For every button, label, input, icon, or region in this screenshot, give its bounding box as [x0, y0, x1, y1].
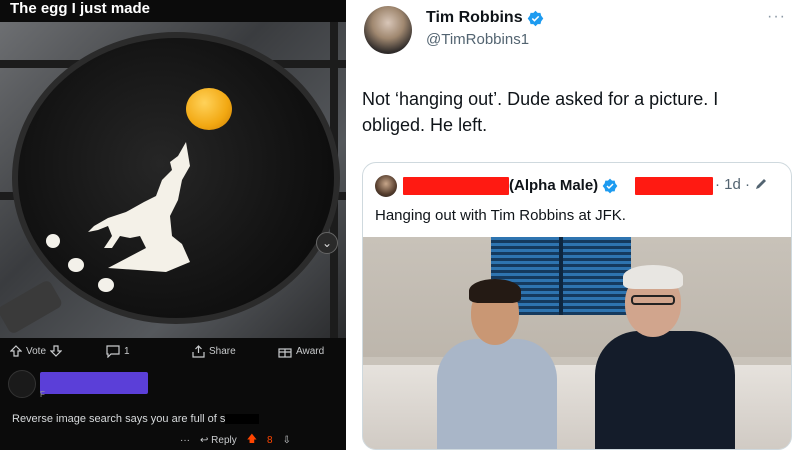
- author-name-row[interactable]: Tim Robbins: [426, 9, 544, 27]
- edit-pencil-icon: [756, 179, 767, 189]
- person-left-hair: [469, 279, 521, 303]
- verified-badge-icon: [602, 178, 618, 193]
- award-gift-icon: [278, 348, 292, 358]
- award-label: Award: [296, 346, 325, 357]
- egg-yolk: [186, 88, 232, 130]
- quoted-author-name-row[interactable]: (Alpha Male): [509, 177, 618, 194]
- word-redaction: [225, 414, 260, 425]
- reply-arrow-icon: ↩: [200, 435, 209, 446]
- vote-label: Vote: [26, 345, 47, 357]
- tweet-text: Not ‘hanging out’. Dude asked for a pict…: [362, 89, 719, 135]
- quoted-author-avatar[interactable]: [375, 175, 397, 197]
- tweet-panel: Tim Robbins @TimRobbins1 ··· Not ‘hangin…: [346, 0, 800, 450]
- person-left-body: [437, 339, 557, 449]
- quoted-timestamp: · 1d ·: [715, 176, 751, 193]
- person-right-body: [595, 331, 735, 449]
- post-action-bar: Vote 1 Share Award: [0, 340, 346, 366]
- comment-bubble-icon: [106, 345, 120, 358]
- share-button[interactable]: Share: [192, 345, 236, 358]
- vote-control[interactable]: Vote: [10, 345, 63, 357]
- howling-wolf-egg-white: [88, 142, 190, 272]
- egg-white-dot: [46, 234, 60, 248]
- upvote-arrow-icon[interactable]: [10, 345, 22, 357]
- comment-downvote-icon[interactable]: ⇩: [283, 435, 291, 446]
- glasses: [631, 295, 675, 305]
- verified-badge-icon: [527, 10, 543, 26]
- quoted-timestamp-row: · 1d ·: [715, 176, 768, 193]
- award-button[interactable]: Award: [278, 345, 324, 358]
- quoted-tweet[interactable]: (Alpha Male) · 1d · Hanging out with Tim…: [362, 162, 792, 450]
- quoted-tweet-text: Hanging out with Tim Robbins at JFK.: [375, 207, 626, 224]
- reddit-post-panel: The egg I just made ⌄ Vote 1 Share Award…: [0, 0, 346, 450]
- post-title: The egg I just made: [10, 0, 151, 17]
- quoted-tweet-photo[interactable]: [363, 237, 791, 449]
- person-right-hair: [623, 265, 683, 289]
- commenter-avatar[interactable]: [8, 370, 36, 398]
- comments-button[interactable]: 1: [106, 345, 130, 358]
- reply-label: Reply: [211, 435, 237, 446]
- username-redaction: [40, 372, 148, 394]
- egg-white-dot: [98, 278, 114, 292]
- quoted-name-redaction: [403, 177, 509, 195]
- share-icon: [192, 345, 205, 358]
- comment-action-bar: ··· ↩ Reply 🡅 8 ⇩: [180, 432, 291, 449]
- more-options-icon[interactable]: ···: [767, 8, 786, 26]
- quoted-author-name-suffix: (Alpha Male): [509, 177, 599, 194]
- expand-chevron-icon[interactable]: ⌄: [316, 232, 338, 254]
- comment-upvote-count: 8: [267, 435, 273, 446]
- comment: F Reverse image search says you are full…: [0, 370, 346, 450]
- pan-handle: [0, 279, 64, 335]
- comment-count: 1: [124, 346, 130, 357]
- share-label: Share: [209, 346, 236, 357]
- downvote-arrow-icon[interactable]: [50, 345, 63, 357]
- egg-white-dot: [68, 258, 84, 272]
- quoted-handle-redaction: [635, 177, 713, 195]
- comment-upvote-icon[interactable]: 🡅: [247, 432, 257, 449]
- more-options-icon[interactable]: ···: [180, 435, 190, 446]
- post-image-egg-wolf[interactable]: ⌄: [0, 22, 346, 338]
- commenter-initial: F: [40, 390, 45, 399]
- comment-text: Reverse image search says you are full o…: [12, 413, 226, 425]
- comment-text-row: Reverse image search says you are full o…: [12, 413, 260, 425]
- author-avatar[interactable]: [364, 6, 412, 54]
- author-handle[interactable]: @TimRobbins1: [426, 31, 529, 48]
- author-name: Tim Robbins: [426, 9, 523, 26]
- reply-button[interactable]: ↩ Reply: [200, 435, 237, 446]
